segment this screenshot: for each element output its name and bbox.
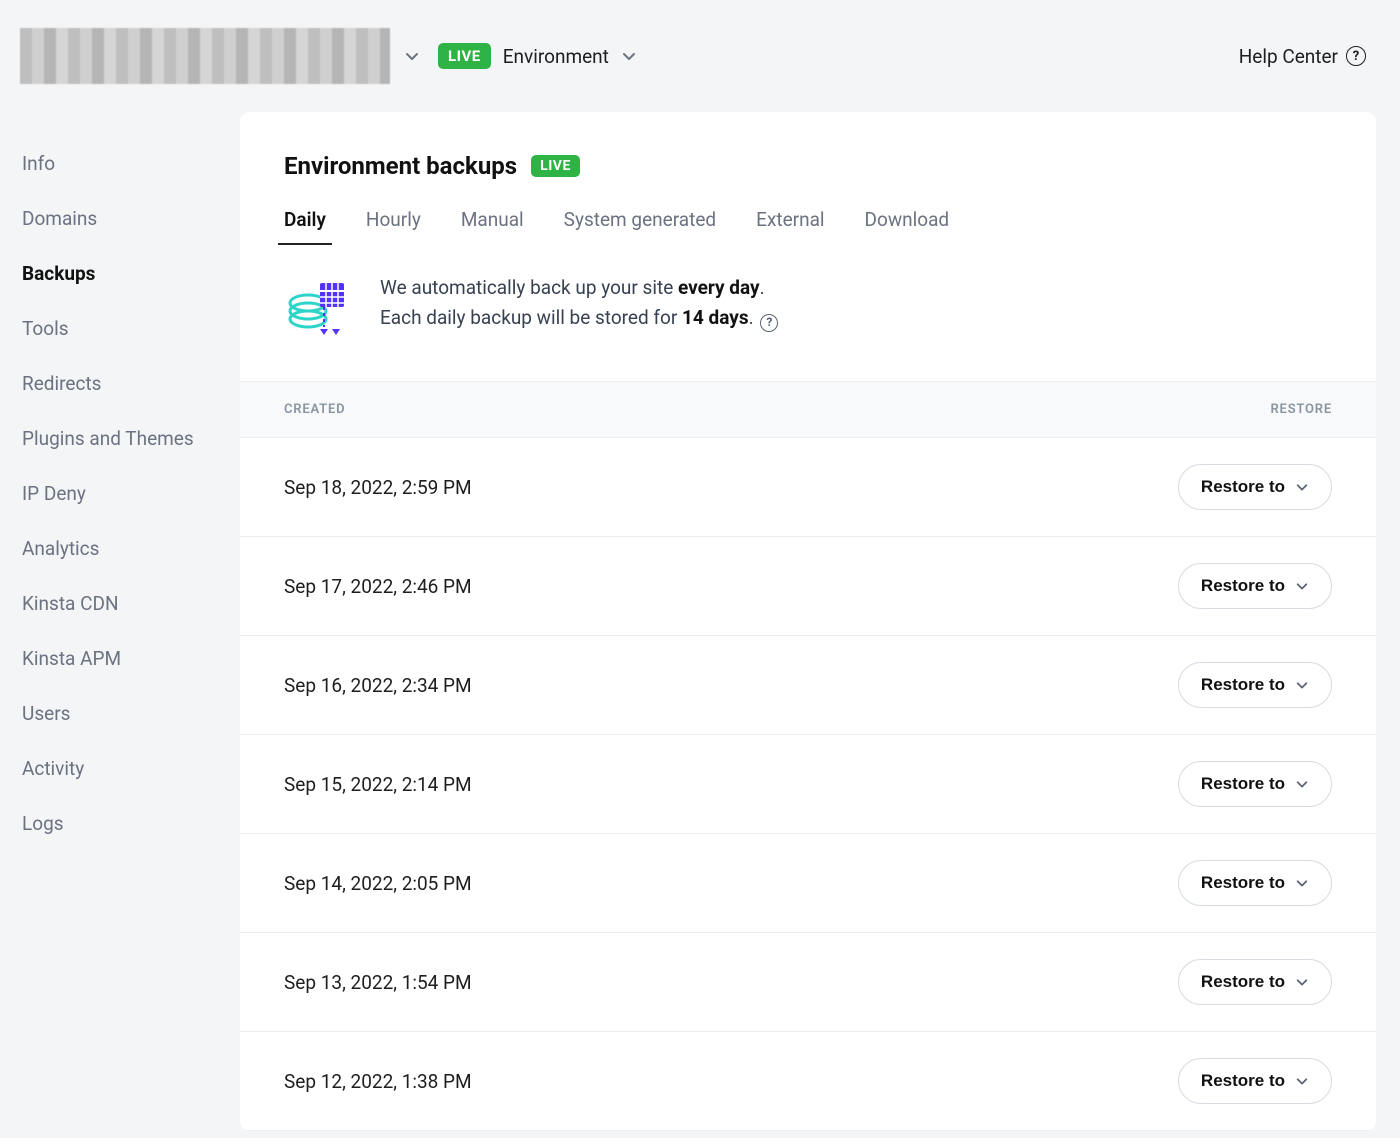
sidebar-item-backups[interactable]: Backups xyxy=(22,246,240,301)
sidebar-item-tools[interactable]: Tools xyxy=(22,301,240,356)
help-center-link[interactable]: Help Center ? xyxy=(1239,45,1366,68)
sidebar-item-plugins-themes[interactable]: Plugins and Themes xyxy=(22,411,240,466)
table-row: Sep 16, 2022, 2:34 PM Restore to xyxy=(240,636,1376,735)
sidebar-item-analytics[interactable]: Analytics xyxy=(22,521,240,576)
chevron-down-icon xyxy=(1295,876,1309,890)
chevron-down-icon xyxy=(1295,1074,1309,1088)
table-row: Sep 15, 2022, 2:14 PM Restore to xyxy=(240,735,1376,834)
sidebar-item-kinsta-apm[interactable]: Kinsta APM xyxy=(22,631,240,686)
backup-created-date: Sep 14, 2022, 2:05 PM xyxy=(284,872,472,895)
sidebar-item-kinsta-cdn[interactable]: Kinsta CDN xyxy=(22,576,240,631)
tab-system-generated[interactable]: System generated xyxy=(564,208,716,245)
table-row: Sep 12, 2022, 1:38 PM Restore to xyxy=(240,1032,1376,1131)
backup-created-date: Sep 13, 2022, 1:54 PM xyxy=(284,971,472,994)
col-created: CREATED xyxy=(284,402,345,417)
tab-external[interactable]: External xyxy=(756,208,824,245)
sidebar-item-logs[interactable]: Logs xyxy=(22,796,240,851)
chevron-down-icon xyxy=(1295,777,1309,791)
backup-calendar-icon xyxy=(284,273,352,341)
chevron-down-icon xyxy=(1295,579,1309,593)
restore-to-label: Restore to xyxy=(1201,774,1285,794)
info-tooltip-icon[interactable]: ? xyxy=(760,314,778,332)
backup-created-date: Sep 16, 2022, 2:34 PM xyxy=(284,674,472,697)
page-title: Environment backups xyxy=(284,152,517,180)
restore-to-button[interactable]: Restore to xyxy=(1178,464,1332,510)
restore-to-button[interactable]: Restore to xyxy=(1178,761,1332,807)
restore-to-label: Restore to xyxy=(1201,1071,1285,1091)
sidebar-nav: Info Domains Backups Tools Redirects Plu… xyxy=(0,112,240,851)
site-selector[interactable] xyxy=(20,28,420,84)
info-text: We automatically back up your site every… xyxy=(380,273,778,334)
chevron-down-icon xyxy=(404,48,420,64)
sidebar-item-ip-deny[interactable]: IP Deny xyxy=(22,466,240,521)
help-icon: ? xyxy=(1346,46,1366,66)
restore-to-button[interactable]: Restore to xyxy=(1178,662,1332,708)
site-name-redacted xyxy=(20,28,390,84)
tab-download[interactable]: Download xyxy=(865,208,950,245)
restore-to-button[interactable]: Restore to xyxy=(1178,1058,1332,1104)
tab-daily[interactable]: Daily xyxy=(284,208,326,245)
chevron-down-icon xyxy=(1295,678,1309,692)
backup-tabs: Daily Hourly Manual System generated Ext… xyxy=(284,208,1332,245)
table-row: Sep 14, 2022, 2:05 PM Restore to xyxy=(240,834,1376,933)
restore-to-label: Restore to xyxy=(1201,477,1285,497)
main-card: Environment backups LIVE Daily Hourly Ma… xyxy=(240,112,1376,1131)
backup-created-date: Sep 18, 2022, 2:59 PM xyxy=(284,476,472,499)
col-restore: RESTORE xyxy=(1271,402,1333,417)
title-live-badge: LIVE xyxy=(531,155,580,177)
sidebar-item-users[interactable]: Users xyxy=(22,686,240,741)
table-body: Sep 18, 2022, 2:59 PMRestore toSep 17, 2… xyxy=(240,438,1376,1131)
sidebar-item-domains[interactable]: Domains xyxy=(22,191,240,246)
table-row: Sep 18, 2022, 2:59 PM Restore to xyxy=(240,438,1376,537)
chevron-down-icon xyxy=(621,48,637,64)
backup-created-date: Sep 17, 2022, 2:46 PM xyxy=(284,575,472,598)
chevron-down-icon xyxy=(1295,975,1309,989)
restore-to-button[interactable]: Restore to xyxy=(1178,959,1332,1005)
tab-manual[interactable]: Manual xyxy=(461,208,524,245)
restore-to-button[interactable]: Restore to xyxy=(1178,860,1332,906)
live-badge: LIVE xyxy=(438,43,491,69)
restore-to-label: Restore to xyxy=(1201,675,1285,695)
restore-to-label: Restore to xyxy=(1201,576,1285,596)
sidebar-item-info[interactable]: Info xyxy=(22,136,240,191)
restore-to-label: Restore to xyxy=(1201,972,1285,992)
chevron-down-icon xyxy=(1295,480,1309,494)
environment-selector[interactable]: LIVE Environment xyxy=(438,43,637,69)
sidebar-item-redirects[interactable]: Redirects xyxy=(22,356,240,411)
table-row: Sep 17, 2022, 2:46 PM Restore to xyxy=(240,537,1376,636)
restore-to-button[interactable]: Restore to xyxy=(1178,563,1332,609)
help-center-label: Help Center xyxy=(1239,45,1338,68)
table-header: CREATED RESTORE xyxy=(240,381,1376,438)
table-row: Sep 13, 2022, 1:54 PM Restore to xyxy=(240,933,1376,1032)
environment-label: Environment xyxy=(503,45,609,68)
info-block: We automatically back up your site every… xyxy=(240,245,1376,381)
backup-created-date: Sep 15, 2022, 2:14 PM xyxy=(284,773,472,796)
backup-created-date: Sep 12, 2022, 1:38 PM xyxy=(284,1070,472,1093)
restore-to-label: Restore to xyxy=(1201,873,1285,893)
tab-hourly[interactable]: Hourly xyxy=(366,208,421,245)
sidebar-item-activity[interactable]: Activity xyxy=(22,741,240,796)
page-header: LIVE Environment Help Center ? xyxy=(0,0,1400,112)
